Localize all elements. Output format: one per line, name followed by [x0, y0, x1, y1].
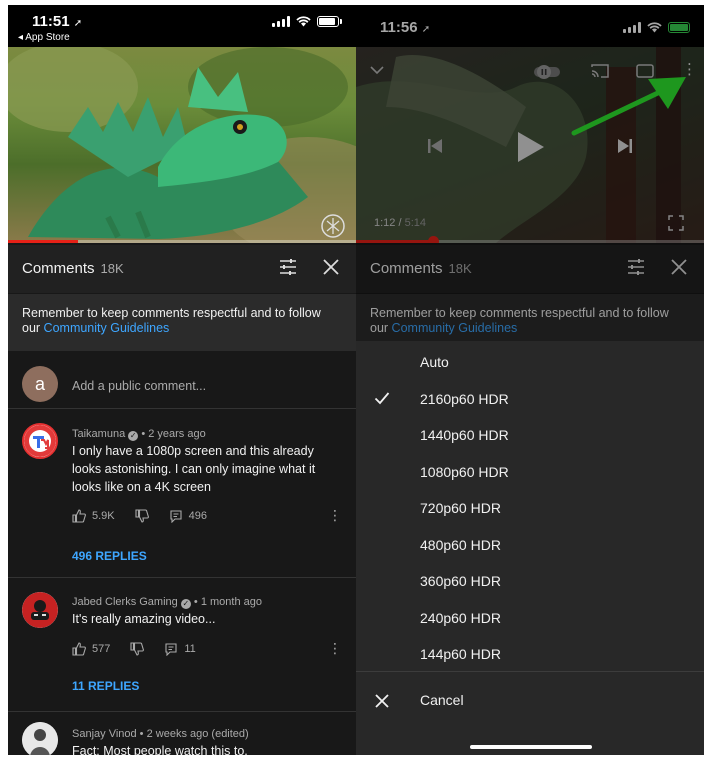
comment-author[interactable]: Jabed Clerks Gaming — [72, 596, 178, 608]
cancel-button[interactable]: Cancel — [356, 683, 704, 719]
thumbs-down-icon — [130, 642, 145, 656]
divider — [356, 671, 704, 672]
like-count: 5.9K — [92, 510, 115, 522]
commenter-avatar[interactable] — [22, 592, 58, 628]
status-icons — [272, 16, 342, 27]
phone-screen-right: 11:56 ➚ ⋮ 1:12 / 5:14 Comments 18K Remem… — [356, 5, 704, 755]
view-replies-button[interactable]: 11 REPLIES — [72, 679, 139, 693]
comment-meta: Jabed Clerks Gaming ✓ • 1 month ago — [72, 596, 262, 609]
more-options-icon[interactable]: ⋮ — [328, 507, 342, 524]
home-indicator — [470, 745, 592, 749]
like-button[interactable]: 5.9K — [72, 509, 115, 523]
like-button[interactable]: 577 — [72, 642, 110, 656]
sort-filter-icon[interactable] — [278, 257, 298, 277]
soldier-avatar-icon — [22, 722, 58, 755]
battery-icon — [317, 16, 339, 27]
comments-header: Comments 18K — [8, 245, 356, 293]
reply-count: 496 — [188, 510, 207, 522]
battery-tip — [340, 19, 342, 24]
cancel-label: Cancel — [420, 692, 464, 708]
quality-option[interactable]: 2160p60 HDR — [356, 382, 704, 418]
reply-button[interactable]: 496 — [169, 509, 207, 523]
checkmark-icon — [374, 391, 390, 404]
reply-icon — [170, 510, 182, 523]
comment-age: 2 weeks ago (edited) — [146, 728, 249, 740]
add-comment-input[interactable]: Add a public comment... — [72, 379, 206, 393]
dislike-button[interactable] — [130, 642, 145, 656]
guidelines-notice: Remember to keep comments respectful and… — [8, 294, 356, 351]
thumbs-down-icon — [135, 509, 149, 523]
comment-text: Fact: Most people watch this to, — [72, 744, 248, 755]
commenter-avatar[interactable] — [22, 722, 58, 755]
close-icon — [375, 694, 389, 708]
more-options-icon[interactable]: ⋮ — [328, 640, 342, 657]
verified-check-icon: ✓ — [180, 599, 191, 609]
quality-option-label: 1080p60 HDR — [420, 463, 509, 480]
comment-actions: 5.9K 496 — [72, 509, 227, 523]
quality-option-label: 480p60 HDR — [420, 536, 501, 553]
gamer-avatar-icon — [22, 592, 58, 628]
quality-option-label: 240p60 HDR — [420, 609, 501, 626]
comment-author[interactable]: Sanjay Vinod — [72, 728, 137, 740]
quality-option[interactable]: 1080p60 HDR — [356, 455, 704, 491]
reply-button[interactable]: 11 — [164, 642, 196, 656]
community-guidelines-link[interactable]: Community Guidelines — [44, 321, 170, 335]
quality-menu-sheet: Auto 2160p60 HDR 1440p60 HDR 1080p60 HDR 720… — [356, 341, 704, 755]
comment-text: It's really amazing video... — [72, 612, 216, 626]
add-comment-row[interactable]: a Add a public comment... — [8, 351, 356, 409]
reply-count: 11 — [184, 643, 196, 655]
dislike-button[interactable] — [135, 509, 149, 523]
view-replies-button[interactable]: 496 REPLIES — [72, 549, 147, 563]
comment-item: Jabed Clerks Gaming ✓ • 1 month ago It's… — [8, 578, 356, 710]
quality-option[interactable]: 1440p60 HDR — [356, 418, 704, 454]
video-progress-bar[interactable] — [8, 240, 356, 243]
thumbs-up-icon — [72, 642, 86, 656]
app-store-back-link[interactable]: ◂ App Store — [18, 32, 70, 43]
quality-option[interactable]: 240p60 HDR — [356, 601, 704, 637]
comment-meta: Taikamuna ✓ • 2 years ago — [72, 428, 206, 441]
status-bar: 11:51 ➚ ◂ App Store — [8, 5, 356, 47]
comment-meta: Sanjay Vinod • 2 weeks ago (edited) — [72, 728, 249, 740]
comment-age: 1 month ago — [200, 596, 262, 608]
quality-option[interactable]: 720p60 HDR — [356, 491, 704, 527]
video-player[interactable] — [8, 47, 356, 243]
comment-author[interactable]: Taikamuna — [72, 428, 125, 440]
comment-item: Taikamuna ✓ • 2 years ago I only have a … — [8, 409, 356, 577]
commenter-avatar[interactable] — [22, 423, 58, 459]
channel-watermark-icon — [321, 214, 345, 238]
quality-option-label: 360p60 HDR — [420, 573, 501, 589]
taikamuna-logo-icon — [24, 425, 56, 457]
video-progress-fill — [8, 240, 78, 243]
quality-option[interactable]: Auto — [356, 345, 704, 381]
user-avatar: a — [22, 366, 58, 402]
verified-check-icon: ✓ — [128, 431, 139, 441]
quality-option-label: 720p60 HDR — [420, 500, 501, 516]
quality-option-label: 144p60 HDR — [420, 646, 501, 662]
quality-option-label: 1440p60 HDR — [420, 427, 509, 443]
status-time: 11:51 ➚ — [32, 13, 83, 30]
comment-item: Sanjay Vinod • 2 weeks ago (edited) Fact… — [8, 712, 356, 755]
quality-option[interactable]: 144p60 HDR — [356, 637, 704, 673]
reply-icon — [165, 643, 177, 656]
quality-option-label: 2160p60 HDR — [420, 390, 509, 407]
quality-option[interactable]: 480p60 HDR — [356, 528, 704, 564]
comments-count: 18K — [100, 261, 124, 276]
phone-screen-left: 11:51 ➚ ◂ App Store Comments 18K Remembe… — [8, 5, 356, 755]
comments-title: Comments 18K — [22, 260, 124, 277]
location-arrow-icon: ➚ — [73, 18, 83, 29]
wifi-icon — [296, 16, 311, 27]
like-count: 577 — [92, 643, 111, 655]
thumbs-up-icon — [72, 509, 86, 523]
comment-text: I only have a 1080p screen and this alre… — [72, 444, 316, 494]
quality-option-label: Auto — [420, 354, 449, 370]
quality-option[interactable]: 360p60 HDR — [356, 564, 704, 600]
video-frame-lizard — [8, 47, 356, 243]
cellular-signal-icon — [272, 16, 290, 27]
comment-age: 2 years ago — [148, 428, 206, 440]
comment-actions: 577 11 — [72, 642, 216, 656]
close-icon[interactable] — [321, 257, 341, 277]
